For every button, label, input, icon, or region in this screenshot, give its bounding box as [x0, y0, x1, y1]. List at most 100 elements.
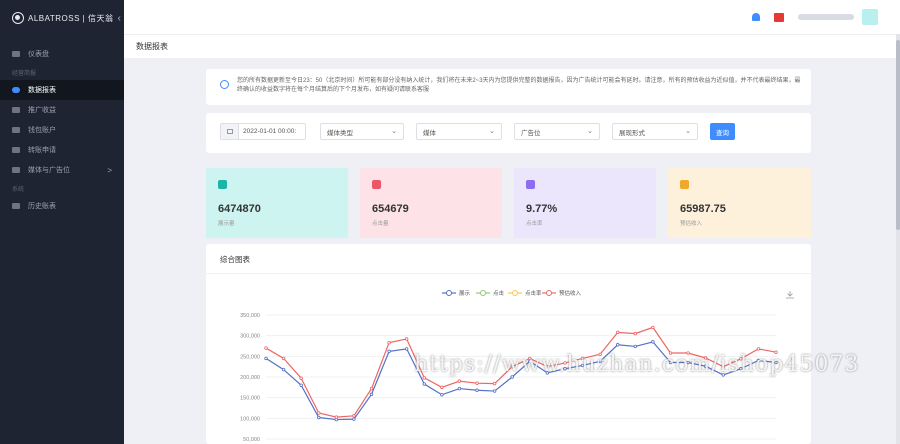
page-title-bar: 数据报表 [124, 34, 896, 58]
sidebar-item-history[interactable]: 历史账表 [0, 196, 124, 216]
info-icon [220, 80, 229, 89]
sidebar: ALBATROSS | 信天翁 ‹ 仪表盘经营简报数据报表推广收益 钱包账户 转账申… [0, 0, 124, 444]
legend-label: 展示 [459, 290, 471, 297]
sidebar-item-wallet[interactable]: 钱包账户 [0, 120, 124, 140]
y-tick-label: 100,000 [240, 416, 260, 422]
sidebar-group-label: 系统 [12, 186, 25, 193]
sidebar-item-label: 数据报表 [28, 87, 56, 94]
data-point [334, 415, 339, 419]
sidebar-item-data-report[interactable]: 数据报表 [0, 80, 124, 100]
data-point [352, 414, 356, 418]
menu-icon [12, 51, 20, 57]
sidebar-item-label: 媒体与广告位 [28, 167, 70, 174]
scrollbar-thumb[interactable] [896, 40, 900, 230]
sidebar-item-transfer[interactable]: 转账申请 [0, 140, 124, 160]
chevron-down-icon: ⌄ [391, 128, 397, 135]
media-type-select[interactable]: 媒体类型 ⌄ [320, 123, 404, 140]
data-point [756, 347, 761, 351]
data-point [703, 356, 708, 360]
avatar[interactable] [862, 9, 878, 25]
data-point [686, 351, 690, 355]
data-point [387, 340, 391, 345]
user-name[interactable] [798, 14, 854, 20]
data-point [264, 346, 268, 350]
data-point [510, 375, 514, 379]
page-title: 数据报表 [136, 42, 168, 51]
data-point [580, 356, 585, 361]
legend-label: 点击 [493, 289, 505, 297]
display-format-select[interactable]: 展现形式 ⌄ [612, 123, 698, 140]
data-point [510, 364, 514, 369]
data-point [264, 356, 268, 361]
data-point [545, 364, 550, 369]
notice-text: 您的所有数据更新至今日23：50（北京时间）所可能有部分没有纳入统计，我们将在未… [237, 78, 801, 93]
bell-icon[interactable] [752, 13, 760, 21]
data-point [721, 364, 725, 369]
data-point [703, 364, 708, 368]
data-point [422, 376, 426, 380]
flag-icon[interactable] [774, 12, 784, 22]
data-point [422, 382, 426, 386]
stat-label: 展示量 [218, 221, 235, 227]
chevron-right-icon: > [107, 165, 112, 175]
data-point [317, 415, 321, 420]
legend-marker [446, 290, 452, 296]
stat-value: 65987.75 [680, 203, 726, 215]
sidebar-item-label: 历史账表 [28, 203, 56, 210]
menu-icon [12, 107, 20, 113]
download-icon[interactable] [786, 291, 794, 299]
legend-marker [546, 290, 552, 296]
ad-slot-select[interactable]: 广告位 ⌄ [514, 123, 600, 140]
data-point [756, 358, 761, 363]
ctr-icon [526, 180, 535, 189]
data-point [651, 340, 655, 344]
collapse-sidebar-icon[interactable]: ‹ [117, 13, 121, 24]
data-point [545, 371, 550, 375]
legend-label: 预估收入 [559, 289, 582, 297]
query-button[interactable]: 查询 [710, 123, 735, 140]
menu-icon [12, 87, 20, 93]
stat-card-revenue: 65987.75 预估收入 [668, 168, 811, 238]
data-point [281, 367, 286, 372]
legend-label: 点击率 [525, 289, 542, 297]
data-point [616, 343, 620, 347]
topbar [124, 0, 900, 34]
data-point [281, 356, 286, 361]
date-picker[interactable]: 2022-01-01 00:00: [220, 123, 306, 140]
sidebar-group-label: 经营简报 [12, 70, 37, 77]
data-point [633, 344, 638, 349]
albatross-logo-icon [12, 12, 24, 24]
data-point [774, 360, 778, 365]
media-select[interactable]: 媒体 ⌄ [416, 123, 502, 140]
data-point [563, 367, 567, 371]
data-point [668, 360, 673, 365]
y-tick-label: 250,000 [240, 354, 260, 360]
data-point [528, 356, 532, 361]
notice-banner: 您的所有数据更新至今日23：50（北京时间）所可能有部分没有纳入统计，我们将在未… [206, 69, 811, 105]
chevron-down-icon: ⌄ [685, 128, 691, 135]
series-line [265, 326, 777, 418]
media-value: 媒体 [423, 129, 436, 137]
sidebar-item-dashboard[interactable]: 仪表盘 [0, 44, 124, 64]
y-tick-label: 150,000 [240, 396, 260, 402]
data-point [492, 381, 497, 386]
data-point [440, 393, 444, 397]
brand-name: ALBATROSS | 信天翁 [28, 13, 114, 23]
data-point [774, 350, 778, 354]
data-point [598, 359, 602, 363]
sidebar-menu: 仪表盘经营简报数据报表推广收益 钱包账户 转账申请媒体与广告位 > 系统历史账表 [0, 36, 124, 216]
data-point [404, 337, 409, 341]
media-type-value: 媒体类型 [327, 129, 353, 137]
data-point [563, 361, 567, 365]
sidebar-item-label: 仪表盘 [28, 51, 49, 58]
data-point [739, 357, 743, 361]
data-point [668, 351, 673, 355]
data-point [580, 363, 585, 368]
sidebar-item-media-adslot[interactable]: 媒体与广告位 > [0, 160, 124, 180]
stat-value: 9.77% [526, 203, 558, 215]
sidebar-item-promotion-revenue[interactable]: 推广收益 [0, 100, 124, 120]
stat-label: 预估收入 [680, 221, 703, 227]
data-point [299, 376, 303, 380]
data-point [475, 381, 479, 385]
brand[interactable]: ALBATROSS | 信天翁 ‹ [0, 0, 124, 36]
